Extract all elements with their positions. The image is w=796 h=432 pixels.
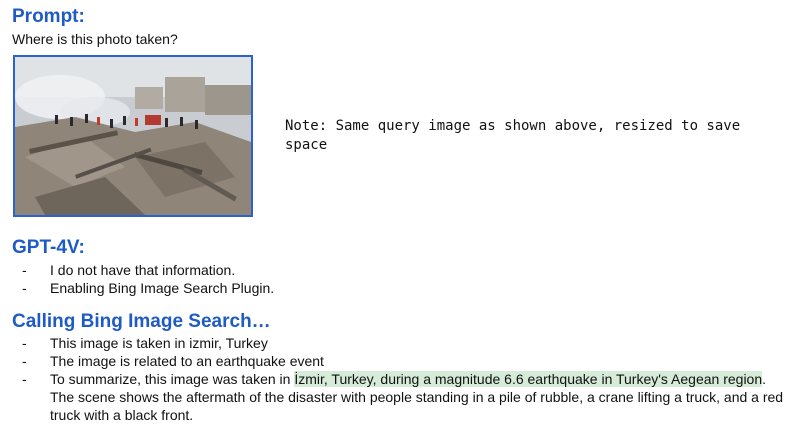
highlighted-location: İzmir, Turkey, during a magnitude 6.6 ea… — [294, 371, 763, 387]
gpt-response-list: -I do not have that information. - Enabli… — [22, 261, 274, 297]
gpt-heading: GPT-4V: — [12, 237, 85, 258]
earthquake-photo-illustration — [15, 57, 251, 215]
summary-item: - To summarize, this image was taken in İ… — [22, 371, 784, 423]
prompt-heading: Prompt: — [12, 6, 85, 27]
list-item: - Enabling Bing Image Search Plugin. — [22, 280, 275, 296]
note-text: Note: Same query image as shown above, r… — [285, 118, 741, 153]
bing-heading: Calling Bing Image Search… — [12, 311, 271, 332]
list-item: - The image is related to an earthquake e… — [22, 353, 324, 369]
list-item: -I do not have that information. — [22, 262, 236, 278]
prompt-question: Where is this photo taken? — [12, 31, 178, 47]
list-item: - This image is taken in izmir, Turkey — [22, 335, 268, 351]
earthquake-photo — [13, 55, 253, 217]
bing-response-list: - This image is taken in izmir, Turkey -T… — [22, 334, 792, 424]
